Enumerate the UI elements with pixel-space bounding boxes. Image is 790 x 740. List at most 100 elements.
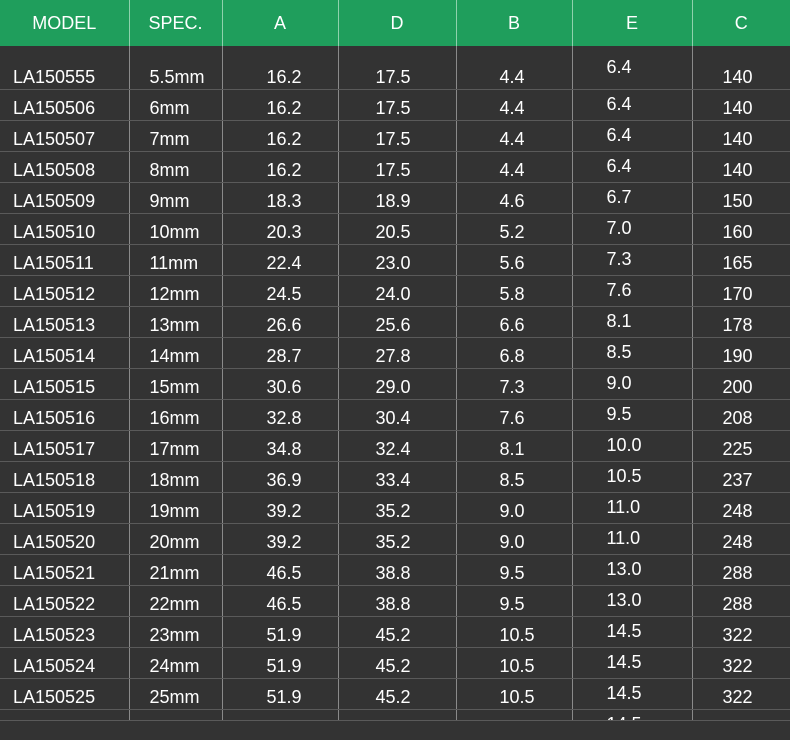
cell-b: 4.4 <box>456 46 572 90</box>
cell-model: LA150525 <box>0 679 129 710</box>
cell-spec: 12mm <box>129 276 222 307</box>
cell-b: 4.6 <box>456 183 572 214</box>
cell-e: 7.6 <box>572 276 692 307</box>
cell-c: 165 <box>692 245 790 276</box>
cell-e: 6.7 <box>572 183 692 214</box>
cell-e: 7.0 <box>572 214 692 245</box>
cell-a: 20.3 <box>222 214 338 245</box>
cell-a: 28.7 <box>222 338 338 369</box>
cell-e: 10.0 <box>572 431 692 462</box>
table-row: LA15052323mm51.945.210.514.5322 <box>0 617 790 648</box>
table-row: LA15051818mm36.933.48.510.5237 <box>0 462 790 493</box>
table-row: LA15051313mm26.625.66.68.1178 <box>0 307 790 338</box>
table-row: LA15051616mm32.830.47.69.5208 <box>0 400 790 431</box>
table-row: LA15051414mm28.727.86.88.5190 <box>0 338 790 369</box>
cell-e: 14.5 <box>572 679 692 710</box>
cell-d: 17.5 <box>338 46 456 90</box>
cell-b: 7.3 <box>456 369 572 400</box>
cell-c: 208 <box>692 400 790 431</box>
col-header-b: B <box>456 0 572 46</box>
col-header-spec: SPEC. <box>129 0 222 46</box>
cell-c: 140 <box>692 90 790 121</box>
cell-d: 32.4 <box>338 431 456 462</box>
cell-d: 18.9 <box>338 183 456 214</box>
cell-b: 9.0 <box>456 524 572 555</box>
cell-e: 13.0 <box>572 586 692 617</box>
table-row: LA15051010mm20.320.55.27.0160 <box>0 214 790 245</box>
cell-e: 6.4 <box>572 121 692 152</box>
cell-c: 288 <box>692 586 790 617</box>
cell-model: LA150523 <box>0 617 129 648</box>
cell-d: 45.2 <box>338 648 456 679</box>
table-row: LA15051919mm39.235.29.011.0248 <box>0 493 790 524</box>
cell-a: 46.5 <box>222 555 338 586</box>
cell-spec: 24mm <box>129 648 222 679</box>
cell-spec: 14mm <box>129 338 222 369</box>
cell-a: 16.2 <box>222 152 338 183</box>
cell-d: 45.2 <box>338 679 456 710</box>
col-header-e: E <box>572 0 692 46</box>
cell-c: 237 <box>692 462 790 493</box>
cell-spec: 10mm <box>129 214 222 245</box>
cell-spec: 8mm <box>129 152 222 183</box>
cell-c: 140 <box>692 121 790 152</box>
cell-e: 8.5 <box>572 338 692 369</box>
cell-e: 6.4 <box>572 90 692 121</box>
table-row: LA1505077mm16.217.54.46.4140 <box>0 121 790 152</box>
cell-a: 51.9 <box>222 648 338 679</box>
cell-d: 17.5 <box>338 90 456 121</box>
cell-model: LA150514 <box>0 338 129 369</box>
cell-spec: 7mm <box>129 121 222 152</box>
table-row: LA15052121mm46.538.89.513.0288 <box>0 555 790 586</box>
table-row: LA1505555.5mm16.217.54.46.4140 <box>0 46 790 90</box>
cell-a: 51.9 <box>222 617 338 648</box>
cell-c: 322 <box>692 648 790 679</box>
cell-b: 8.5 <box>456 462 572 493</box>
cell-spec: 5.5mm <box>129 46 222 90</box>
cell-a: 39.2 <box>222 493 338 524</box>
cell-d: 33.4 <box>338 462 456 493</box>
cell-spec: 11mm <box>129 245 222 276</box>
cell-c: 200 <box>692 369 790 400</box>
cell-a: 16.2 <box>222 46 338 90</box>
cell-c: 322 <box>692 617 790 648</box>
cell-model: LA150520 <box>0 524 129 555</box>
table-bottom-strip <box>0 720 790 740</box>
cell-c: 248 <box>692 524 790 555</box>
cell-e: 9.5 <box>572 400 692 431</box>
cell-d: 35.2 <box>338 493 456 524</box>
cell-b: 5.8 <box>456 276 572 307</box>
cell-model: LA150516 <box>0 400 129 431</box>
cell-b: 8.1 <box>456 431 572 462</box>
cell-b: 4.4 <box>456 152 572 183</box>
cell-d: 27.8 <box>338 338 456 369</box>
cell-spec: 16mm <box>129 400 222 431</box>
table-row: LA15051515mm30.629.07.39.0200 <box>0 369 790 400</box>
cell-b: 9.5 <box>456 586 572 617</box>
cell-model: LA150507 <box>0 121 129 152</box>
cell-spec: 22mm <box>129 586 222 617</box>
cell-model: LA150512 <box>0 276 129 307</box>
cell-b: 4.4 <box>456 121 572 152</box>
cell-model: LA150524 <box>0 648 129 679</box>
cell-d: 17.5 <box>338 121 456 152</box>
cell-spec: 21mm <box>129 555 222 586</box>
cell-spec: 25mm <box>129 679 222 710</box>
cell-model: LA150515 <box>0 369 129 400</box>
spec-table: MODEL SPEC. A D B E C LA1505555.5mm16.21… <box>0 0 790 740</box>
cell-a: 51.9 <box>222 679 338 710</box>
cell-d: 45.2 <box>338 617 456 648</box>
col-header-a: A <box>222 0 338 46</box>
cell-c: 190 <box>692 338 790 369</box>
cell-b: 6.8 <box>456 338 572 369</box>
cell-c: 140 <box>692 152 790 183</box>
cell-e: 6.4 <box>572 46 692 90</box>
cell-e: 9.0 <box>572 369 692 400</box>
cell-d: 23.0 <box>338 245 456 276</box>
cell-e: 6.4 <box>572 152 692 183</box>
cell-b: 9.5 <box>456 555 572 586</box>
cell-d: 30.4 <box>338 400 456 431</box>
cell-model: LA150518 <box>0 462 129 493</box>
cell-c: 322 <box>692 679 790 710</box>
cell-b: 10.5 <box>456 617 572 648</box>
